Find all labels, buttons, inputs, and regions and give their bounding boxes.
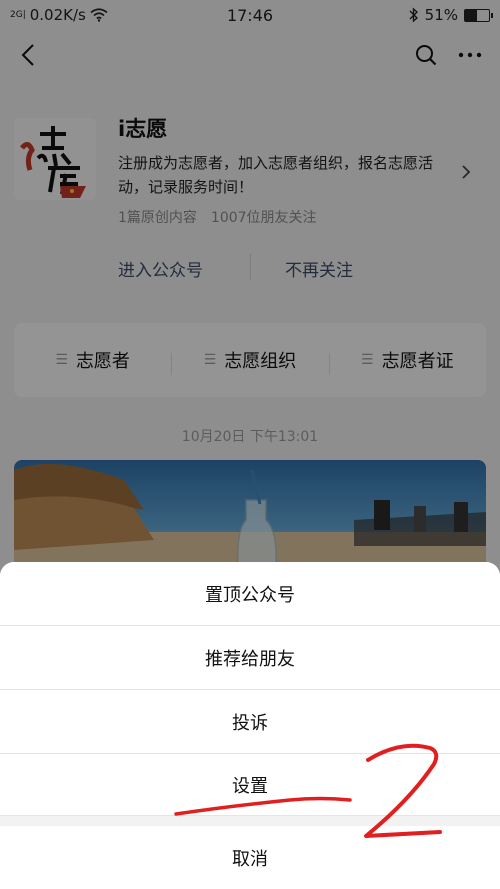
action-sheet: 置顶公众号 推荐给朋友 投诉 设置 取消 xyxy=(0,562,500,889)
cancel-button[interactable]: 取消 xyxy=(0,826,500,889)
sheet-separator xyxy=(0,816,500,826)
sheet-item-settings[interactable]: 设置 xyxy=(0,754,500,816)
sheet-item-recommend[interactable]: 推荐给朋友 xyxy=(0,626,500,690)
sheet-item-pin[interactable]: 置顶公众号 xyxy=(0,562,500,626)
sheet-item-complain[interactable]: 投诉 xyxy=(0,690,500,754)
